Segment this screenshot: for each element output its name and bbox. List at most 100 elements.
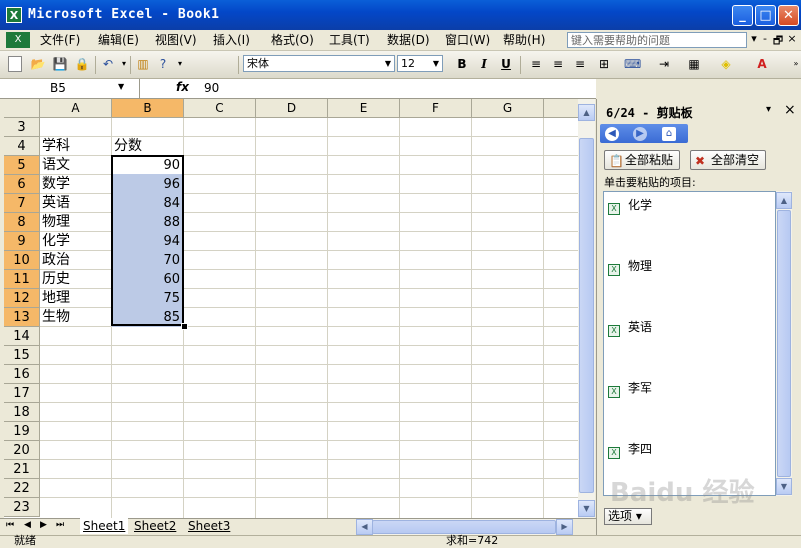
- grid-scroll-thumb[interactable]: [579, 138, 594, 493]
- clipboard-item[interactable]: X 化学: [608, 196, 652, 215]
- clipboard-item[interactable]: X 物理: [608, 257, 652, 276]
- undo-icon[interactable]: ↶: [100, 56, 116, 72]
- toolbar-more-icon[interactable]: »: [788, 56, 801, 72]
- scroll-down-icon[interactable]: ▼: [578, 500, 595, 517]
- align-right-icon[interactable]: ≡: [572, 56, 588, 72]
- row-header[interactable]: 7: [4, 194, 40, 213]
- cell-b12[interactable]: 75: [112, 289, 180, 308]
- scroll-right-icon[interactable]: ▶: [556, 519, 573, 535]
- cell-a8[interactable]: 物理: [42, 213, 70, 232]
- clip-scroll-down-icon[interactable]: ▼: [776, 478, 792, 495]
- cell-b4[interactable]: 分数: [114, 137, 142, 156]
- menu-edit[interactable]: 编辑(E): [98, 32, 139, 48]
- help-question-input[interactable]: 键入需要帮助的问题: [567, 32, 747, 48]
- cell-b6[interactable]: 96: [112, 175, 180, 194]
- cell-a12[interactable]: 地理: [42, 289, 70, 308]
- cell-b13[interactable]: 85: [112, 308, 180, 327]
- row-header[interactable]: 22: [4, 479, 40, 498]
- font-size-select[interactable]: 12 ▼: [397, 55, 443, 72]
- row-header[interactable]: 20: [4, 441, 40, 460]
- name-box-dropdown-icon[interactable]: ▼: [118, 82, 124, 91]
- clipboard-item[interactable]: X 李四: [608, 440, 652, 459]
- next-sheet-icon[interactable]: ▶: [40, 520, 47, 530]
- mdi-close-button[interactable]: ×: [785, 32, 799, 45]
- toolbar-options-icon[interactable]: ▾: [172, 56, 188, 72]
- row-header[interactable]: 17: [4, 384, 40, 403]
- row-header[interactable]: 23: [4, 498, 40, 517]
- chart-wizard-icon[interactable]: ▥: [135, 56, 151, 72]
- cell-a4[interactable]: 学科: [42, 137, 70, 156]
- cell-a5[interactable]: 语文: [42, 156, 70, 175]
- sheet-tab-sheet1[interactable]: Sheet1: [80, 518, 129, 534]
- pane-home-icon[interactable]: ⌂: [662, 127, 676, 141]
- column-header-b[interactable]: B: [112, 99, 184, 118]
- cell-b5[interactable]: 90: [112, 156, 180, 175]
- menu-insert[interactable]: 插入(I): [213, 32, 250, 48]
- row-header[interactable]: 19: [4, 422, 40, 441]
- menu-format[interactable]: 格式(O): [271, 32, 314, 48]
- row-header[interactable]: 16: [4, 365, 40, 384]
- merge-center-icon[interactable]: ⊞: [596, 56, 612, 72]
- sheet-tab-sheet2[interactable]: Sheet2: [134, 518, 176, 534]
- row-header[interactable]: 14: [4, 327, 40, 346]
- new-document-icon[interactable]: [8, 56, 22, 72]
- pane-menu-icon[interactable]: ▾: [766, 104, 771, 115]
- row-header[interactable]: 13: [4, 308, 40, 327]
- maximize-button[interactable]: □: [755, 5, 776, 26]
- column-header-d[interactable]: D: [256, 99, 328, 118]
- first-sheet-icon[interactable]: ⏮: [6, 520, 14, 530]
- fill-color-icon[interactable]: ◈: [718, 56, 734, 72]
- scroll-left-icon[interactable]: ◀: [356, 519, 373, 535]
- cell-a7[interactable]: 英语: [42, 194, 70, 213]
- excel-app-icon[interactable]: X: [6, 7, 22, 23]
- menu-tools[interactable]: 工具(T): [329, 32, 370, 48]
- row-header[interactable]: 11: [4, 270, 40, 289]
- cell-a6[interactable]: 数学: [42, 175, 70, 194]
- clipboard-item[interactable]: X 英语: [608, 318, 652, 337]
- scroll-up-icon[interactable]: ▲: [578, 104, 595, 121]
- pane-forward-icon[interactable]: ▶: [633, 127, 647, 141]
- cell-b8[interactable]: 88: [112, 213, 180, 232]
- clear-all-button[interactable]: ✖ 全部清空: [690, 150, 766, 170]
- select-all-corner[interactable]: [4, 99, 40, 118]
- column-header-h[interactable]: [544, 99, 578, 118]
- sheet-tab-sheet3[interactable]: Sheet3: [188, 518, 230, 534]
- currency-icon[interactable]: ⌨: [624, 56, 641, 72]
- worksheet-grid[interactable]: A B C D E F G 3 4 5 6 7 8 9 10 11 12 13 …: [4, 99, 578, 518]
- menu-view[interactable]: 视图(V): [155, 32, 197, 48]
- paste-all-button[interactable]: 📋 全部粘贴: [604, 150, 680, 170]
- row-header[interactable]: 9: [4, 232, 40, 251]
- last-sheet-icon[interactable]: ⏭: [56, 520, 64, 530]
- row-header[interactable]: 21: [4, 460, 40, 479]
- cell-b11[interactable]: 60: [112, 270, 180, 289]
- prev-sheet-icon[interactable]: ◀: [24, 520, 31, 530]
- formula-input[interactable]: 90: [204, 81, 219, 95]
- font-dropdown-icon[interactable]: ▼: [383, 57, 393, 70]
- column-header-c[interactable]: C: [184, 99, 256, 118]
- pane-close-icon[interactable]: ×: [784, 102, 796, 118]
- menu-data[interactable]: 数据(D): [387, 32, 430, 48]
- pane-back-icon[interactable]: ◀: [605, 127, 619, 141]
- minimize-button[interactable]: _: [732, 5, 753, 26]
- borders-icon[interactable]: ▦: [686, 56, 702, 72]
- options-button[interactable]: 选项 ▾: [604, 508, 652, 525]
- bold-button[interactable]: B: [454, 56, 470, 72]
- align-center-icon[interactable]: ≡: [550, 56, 566, 72]
- menu-window[interactable]: 窗口(W): [445, 32, 490, 48]
- clipboard-item[interactable]: X 李军: [608, 379, 652, 398]
- align-left-icon[interactable]: ≡: [528, 56, 544, 72]
- fill-handle[interactable]: [181, 323, 188, 330]
- permission-icon[interactable]: 🔒: [74, 56, 90, 72]
- font-name-select[interactable]: 宋体 ▼: [243, 55, 395, 72]
- cell-a9[interactable]: 化学: [42, 232, 70, 251]
- indent-icon[interactable]: ⇥: [656, 56, 672, 72]
- cell-a13[interactable]: 生物: [42, 308, 70, 327]
- column-header-f[interactable]: F: [400, 99, 472, 118]
- menu-file[interactable]: 文件(F): [40, 32, 80, 48]
- save-icon[interactable]: 💾: [52, 56, 68, 72]
- insert-function-icon[interactable]: fx: [176, 80, 189, 94]
- row-header[interactable]: 5: [4, 156, 40, 175]
- row-header[interactable]: 3: [4, 118, 40, 137]
- row-header[interactable]: 8: [4, 213, 40, 232]
- column-header-g[interactable]: G: [472, 99, 544, 118]
